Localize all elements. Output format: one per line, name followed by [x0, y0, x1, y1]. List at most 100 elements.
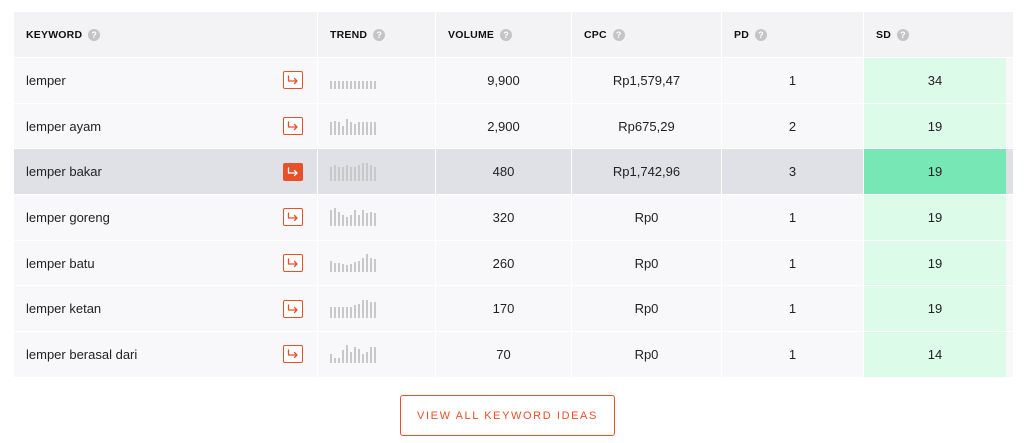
- help-icon[interactable]: ?: [88, 28, 101, 41]
- trend-bar: [330, 81, 332, 90]
- table-row[interactable]: lemper bakar 480 Rp1,742,96 3 19: [14, 148, 1013, 195]
- trend-bar: [370, 301, 372, 318]
- pd-cell: 1: [722, 58, 864, 103]
- keyword-text[interactable]: lemper bakar: [26, 164, 102, 179]
- trend-bar: [374, 166, 376, 181]
- trend-bar: [366, 254, 368, 273]
- header-trend[interactable]: TREND?: [318, 12, 436, 57]
- sd-cell: 19: [864, 195, 1006, 240]
- help-icon[interactable]: ?: [373, 28, 386, 41]
- help-icon[interactable]: ?: [755, 28, 767, 41]
- table-row[interactable]: lemper goreng 320 Rp0 1 19: [14, 194, 1013, 240]
- table-header: KEYWORD? TREND? VOLUME? CPC? PD? SD?: [14, 12, 1013, 57]
- trend-bar: [334, 164, 336, 181]
- volume-cell: 170: [436, 286, 572, 332]
- keyword-text[interactable]: lemper ayam: [26, 119, 101, 134]
- trend-cell: [318, 103, 436, 149]
- open-keyword-button[interactable]: [283, 162, 303, 181]
- trend-bar: [342, 350, 344, 364]
- open-keyword-button[interactable]: [283, 254, 303, 273]
- open-keyword-button[interactable]: [283, 345, 303, 364]
- trend-cell: [318, 286, 436, 332]
- trend-bar: [350, 166, 352, 181]
- trend-bar: [338, 263, 340, 273]
- keyword-text[interactable]: lemper goreng: [26, 210, 110, 225]
- table-row[interactable]: lemper berasal dari 70 Rp0 1 14: [14, 331, 1013, 377]
- volume-cell: 9,900: [436, 58, 572, 103]
- trend-bar: [350, 352, 352, 364]
- trend-bar: [338, 122, 340, 136]
- table-row[interactable]: lemper batu 260 Rp0 1 19: [14, 239, 1013, 286]
- cpc-cell: Rp1,742,96: [572, 149, 722, 195]
- header-keyword[interactable]: KEYWORD?: [14, 12, 318, 57]
- keyword-cell[interactable]: lemper berasal dari: [14, 332, 318, 377]
- header-volume[interactable]: VOLUME?: [436, 12, 572, 57]
- trend-bar: [354, 81, 356, 90]
- header-cpc[interactable]: CPC?: [572, 12, 722, 57]
- trend-bar: [362, 162, 364, 181]
- sd-cell: 34: [864, 58, 1006, 103]
- trend-bar: [346, 306, 348, 318]
- volume-cell: 2,900: [436, 103, 572, 149]
- trend-cell: [318, 58, 436, 103]
- trend-cell: [318, 149, 436, 195]
- keyword-text[interactable]: lemper batu: [26, 256, 95, 271]
- arrow-return-icon: [287, 75, 298, 85]
- table-row[interactable]: lemper 9,900 Rp1,579,47 1 34: [14, 57, 1013, 103]
- pd-cell: 1: [722, 240, 864, 286]
- trend-bar: [374, 213, 376, 227]
- trend-bar: [350, 81, 352, 90]
- sd-cell: 19: [864, 103, 1006, 149]
- keyword-text[interactable]: lemper berasal dari: [26, 347, 137, 362]
- trend-cell: [318, 240, 436, 286]
- volume-cell: 260: [436, 240, 572, 286]
- pd-cell: 2: [722, 103, 864, 149]
- help-icon[interactable]: ?: [500, 28, 513, 41]
- open-keyword-button[interactable]: [283, 208, 303, 227]
- trend-bar: [330, 210, 332, 227]
- trend-bar: [358, 303, 360, 318]
- help-icon[interactable]: ?: [897, 28, 909, 41]
- header-sd[interactable]: SD?: [864, 12, 1006, 57]
- view-all-keyword-ideas-button[interactable]: VIEW ALL KEYWORD IDEAS: [400, 395, 615, 436]
- trend-sparkline: [330, 345, 376, 364]
- keyword-cell[interactable]: lemper ayam: [14, 103, 318, 149]
- trend-bar: [342, 166, 344, 181]
- trend-bar: [362, 299, 364, 318]
- cpc-cell: Rp1,579,47: [572, 58, 722, 103]
- header-pd[interactable]: PD?: [722, 12, 864, 57]
- help-icon[interactable]: ?: [612, 28, 625, 41]
- sd-cell: 19: [864, 240, 1006, 286]
- trend-bar: [366, 162, 368, 181]
- trend-bar: [362, 354, 364, 364]
- keyword-cell[interactable]: lemper batu: [14, 240, 318, 286]
- trend-bar: [366, 81, 368, 90]
- trend-bar: [338, 212, 340, 227]
- table-row[interactable]: lemper ketan 170 Rp0 1 19: [14, 285, 1013, 332]
- keyword-table: KEYWORD? TREND? VOLUME? CPC? PD? SD? lem…: [14, 12, 1013, 377]
- table-row[interactable]: lemper ayam 2,900 Rp675,29 2 19: [14, 102, 1013, 149]
- arrow-return-icon: [287, 121, 298, 131]
- trend-bar: [330, 166, 332, 181]
- keyword-cell[interactable]: lemper goreng: [14, 195, 318, 240]
- header-sd-label: SD: [876, 28, 891, 41]
- trend-bar: [370, 212, 372, 227]
- trend-bar: [370, 347, 372, 364]
- volume-cell: 70: [436, 332, 572, 377]
- keyword-cell[interactable]: lemper bakar: [14, 149, 318, 195]
- trend-bar: [358, 215, 360, 227]
- keyword-text[interactable]: lemper: [26, 73, 66, 88]
- volume-cell: 320: [436, 195, 572, 240]
- trend-bar: [334, 81, 336, 90]
- open-keyword-button[interactable]: [283, 117, 303, 136]
- pd-cell: 1: [722, 286, 864, 332]
- open-keyword-button[interactable]: [283, 71, 303, 90]
- trend-bar: [374, 81, 376, 90]
- trend-bar: [330, 261, 332, 273]
- keyword-text[interactable]: lemper ketan: [26, 301, 101, 316]
- keyword-cell[interactable]: lemper ketan: [14, 286, 318, 332]
- keyword-cell[interactable]: lemper: [14, 58, 318, 103]
- trend-bar: [370, 258, 372, 273]
- open-keyword-button[interactable]: [283, 299, 303, 318]
- trend-bar: [346, 164, 348, 181]
